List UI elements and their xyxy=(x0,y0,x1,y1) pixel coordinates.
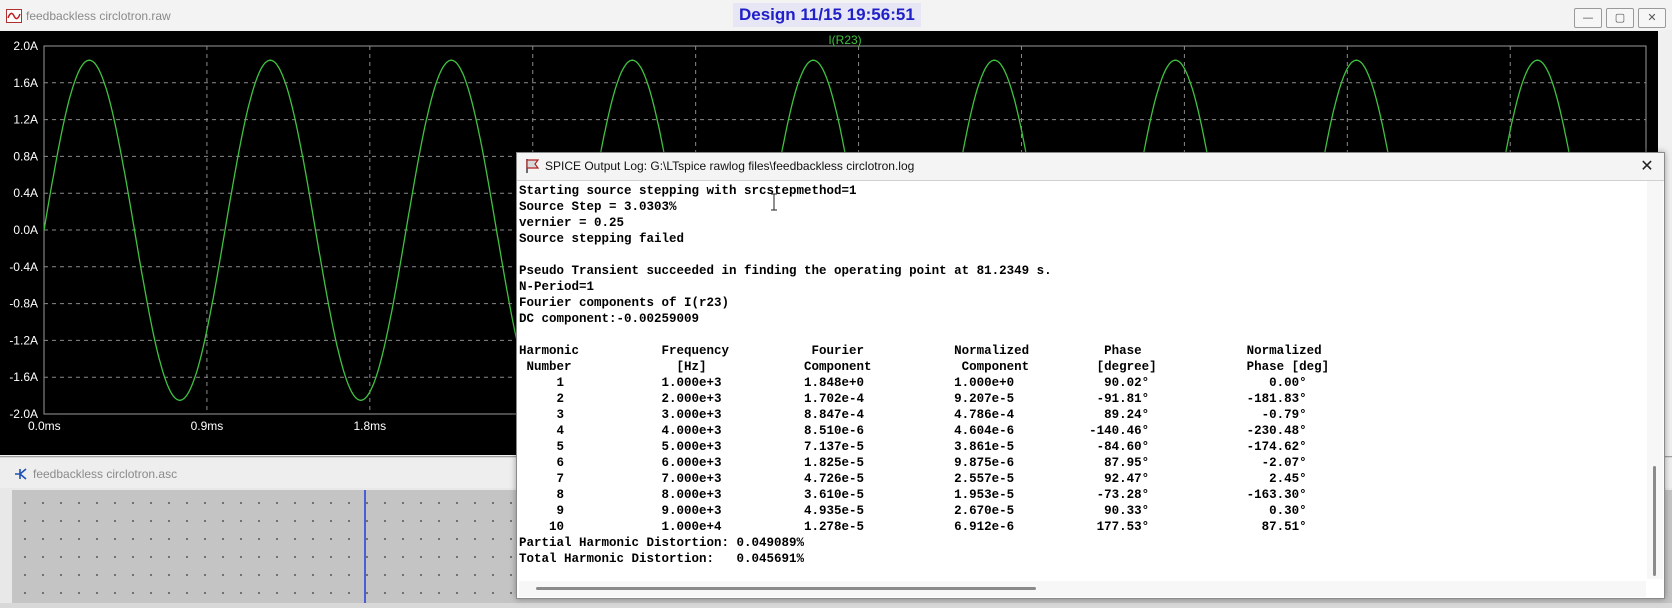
vertical-scrollbar[interactable] xyxy=(1647,181,1663,579)
y-tick-label: 0.8A xyxy=(13,149,38,163)
log-line: vernier = 0.25 xyxy=(519,216,625,230)
trace-label: I(R23) xyxy=(828,33,861,47)
log-line: Source stepping failed xyxy=(519,232,685,246)
horizontal-scroll-thumb[interactable] xyxy=(536,587,1036,590)
x-tick-label: 1.8ms xyxy=(353,419,386,433)
y-tick-label: -0.8A xyxy=(9,297,38,311)
x-tick-label: 0.9ms xyxy=(191,419,224,433)
log-line: Fourier components of I(r23) xyxy=(519,296,730,310)
log-line: 3 3.000e+3 8.847e-4 4.786e-4 89.24° -0.7… xyxy=(519,408,1307,422)
y-tick-label: -0.4A xyxy=(9,260,38,274)
vertical-scroll-thumb[interactable] xyxy=(1653,466,1656,576)
y-tick-label: 0.0A xyxy=(13,223,38,237)
log-line: Pseudo Transient succeeded in finding th… xyxy=(519,264,1052,278)
maximize-button[interactable]: ▢ xyxy=(1606,8,1634,28)
y-tick-label: -1.2A xyxy=(9,333,38,347)
log-line: Harmonic Frequency Fourier Normalized Ph… xyxy=(519,344,1322,358)
log-close-button[interactable]: ✕ xyxy=(1636,156,1658,176)
log-titlebar[interactable]: SPICE Output Log: G:\LTspice rawlog file… xyxy=(517,153,1664,181)
waveform-titlebar[interactable]: feedbackless circlotron.raw Design 11/15… xyxy=(0,0,1672,30)
log-line: N-Period=1 xyxy=(519,280,595,294)
x-tick-label: 0.0ms xyxy=(28,419,61,433)
log-text-area[interactable]: Starting source stepping with srcstepmet… xyxy=(519,181,1646,579)
design-banner: Design 11/15 19:56:51 xyxy=(733,3,921,27)
y-tick-label: 2.0A xyxy=(13,39,38,53)
log-line: 10 1.000e+4 1.278e-5 6.912e-6 177.53° 87… xyxy=(519,520,1307,534)
y-tick-label: 0.4A xyxy=(13,186,38,200)
minimize-button[interactable]: — xyxy=(1574,8,1602,28)
log-line: DC component:-0.00259009 xyxy=(519,312,700,326)
y-tick-label: 1.2A xyxy=(13,113,38,127)
flag-icon xyxy=(526,159,540,173)
spice-output-log-window: SPICE Output Log: G:\LTspice rawlog file… xyxy=(516,152,1665,599)
log-line: Number [Hz] Component Component [degree]… xyxy=(519,360,1330,374)
schematic-app-icon xyxy=(15,468,27,480)
waveform-app-icon xyxy=(6,9,22,23)
log-line: Total Harmonic Distortion: 0.045691% xyxy=(519,552,805,566)
waveform-window-title: feedbackless circlotron.raw xyxy=(26,9,171,23)
log-text: Starting source stepping with srcstepmet… xyxy=(519,181,1646,567)
log-window-title: SPICE Output Log: G:\LTspice rawlog file… xyxy=(545,159,915,173)
log-line: Partial Harmonic Distortion: 0.049089% xyxy=(519,536,805,550)
log-line: Source Step = 3.0303% xyxy=(519,200,677,214)
log-line: Starting source stepping with srcstepmet… xyxy=(519,184,857,198)
log-line: 9 9.000e+3 4.935e-5 2.670e-5 90.33° 0.30… xyxy=(519,504,1307,518)
y-tick-label: -1.6A xyxy=(9,370,38,384)
log-line: 1 1.000e+3 1.848e+0 1.000e+0 90.02° 0.00… xyxy=(519,376,1307,390)
log-line: 7 7.000e+3 4.726e-5 2.557e-5 92.47° 2.45… xyxy=(519,472,1307,486)
log-line: 2 2.000e+3 1.702e-4 9.207e-5 -91.81° -18… xyxy=(519,392,1307,406)
log-line: 6 6.000e+3 1.825e-5 9.875e-6 87.95° -2.0… xyxy=(519,456,1307,470)
text-cursor-icon xyxy=(771,193,777,211)
y-tick-label: 1.6A xyxy=(13,76,38,90)
close-button[interactable]: ✕ xyxy=(1638,8,1666,28)
horizontal-scrollbar[interactable] xyxy=(519,581,1646,597)
window-controls: — ▢ ✕ xyxy=(1574,8,1666,28)
schematic-window-title: feedbackless circlotron.asc xyxy=(33,467,178,481)
log-line: 5 5.000e+3 7.137e-5 3.861e-5 -84.60° -17… xyxy=(519,440,1307,454)
log-line: 4 4.000e+3 8.510e-6 4.604e-6 -140.46° -2… xyxy=(519,424,1307,438)
log-line: 8 8.000e+3 3.610e-5 1.953e-5 -73.28° -16… xyxy=(519,488,1307,502)
